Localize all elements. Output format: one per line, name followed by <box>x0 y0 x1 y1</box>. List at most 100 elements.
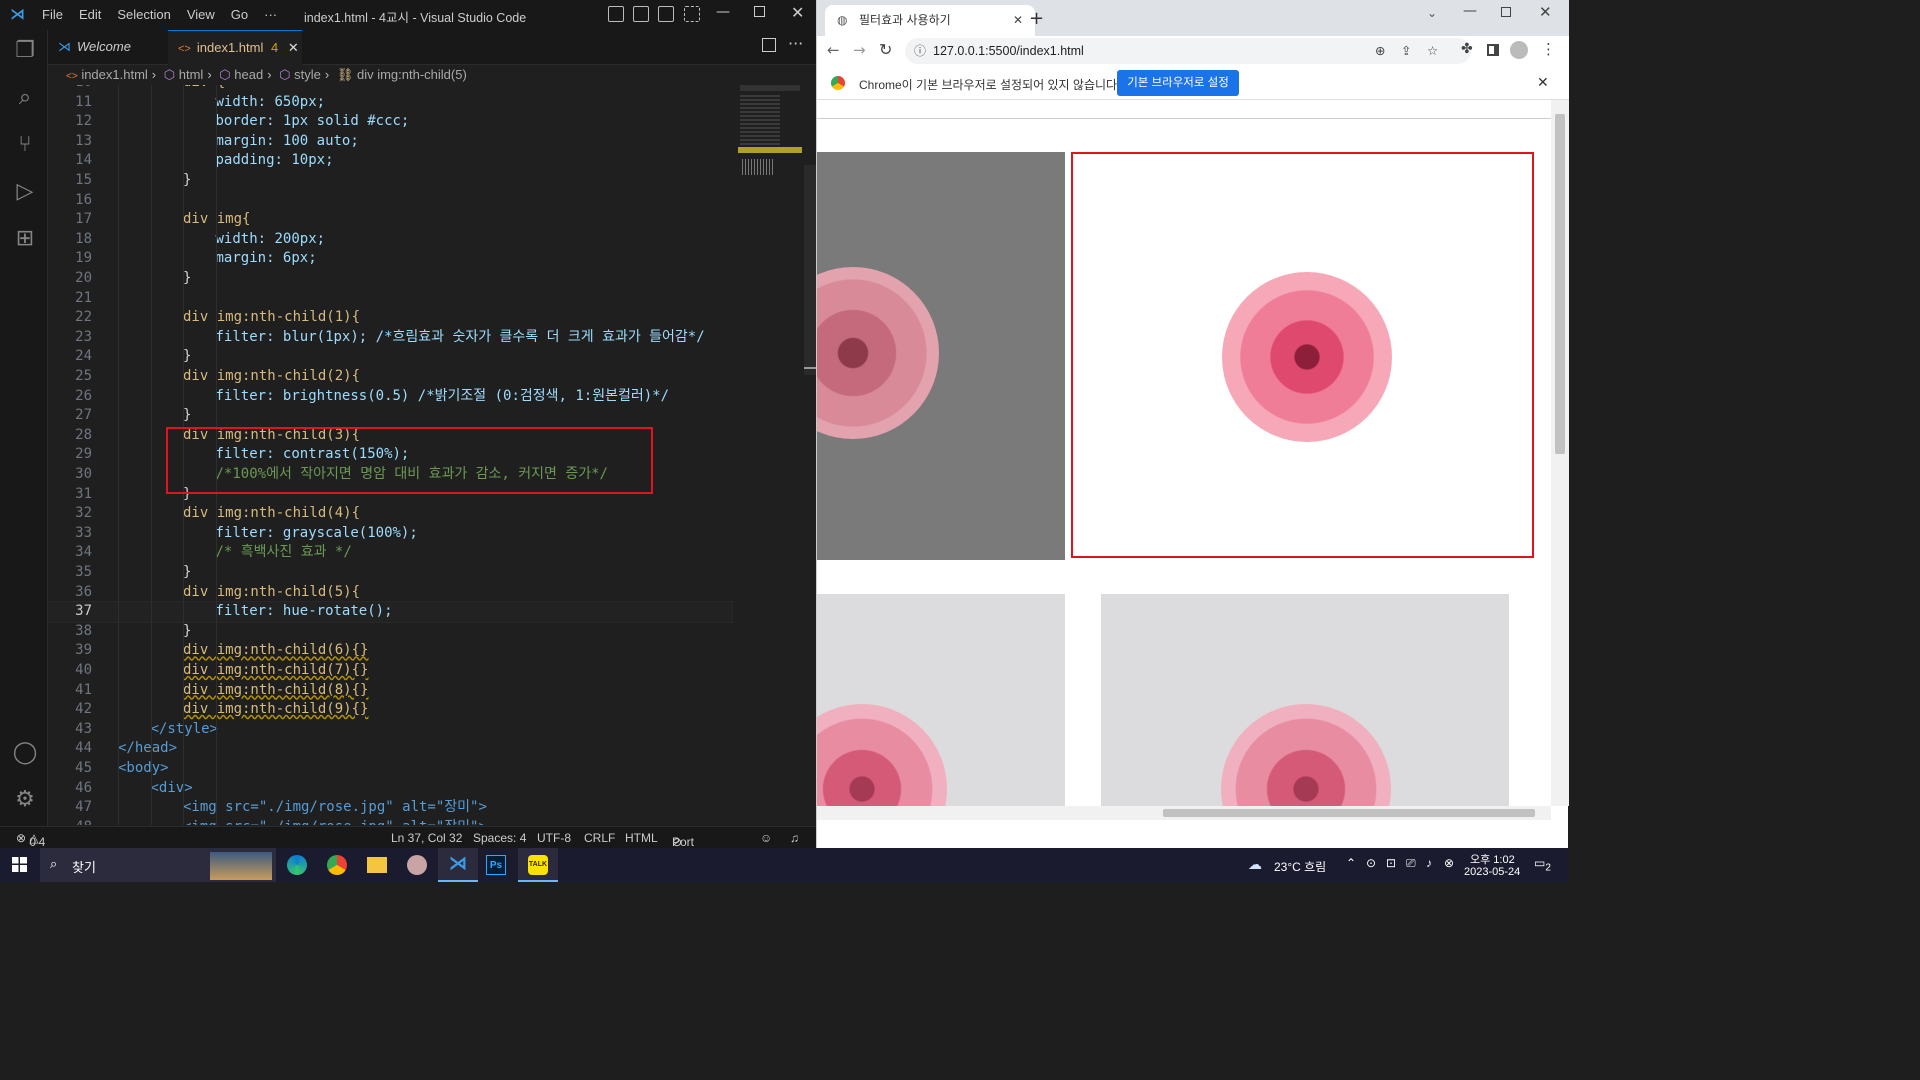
minimap[interactable] <box>738 85 804 825</box>
vscode-tab-icon: ⋊ <box>58 39 71 54</box>
settings-gear-icon[interactable]: ⚙ <box>12 787 38 813</box>
line-number: 28 <box>75 426 92 443</box>
file-explorer-icon[interactable] <box>367 857 387 873</box>
tray-icon[interactable]: ⊗ <box>1444 856 1454 870</box>
accounts-icon[interactable]: ◯ <box>12 740 38 766</box>
profile-avatar[interactable] <box>1510 41 1528 59</box>
clock-date[interactable]: 2023-05-24 <box>1464 866 1520 878</box>
tray-icon[interactable]: ⊡ <box>1386 856 1396 870</box>
new-tab-icon[interactable]: + <box>1029 8 1044 29</box>
scrollbar-thumb[interactable] <box>1555 114 1565 454</box>
chrome-tab[interactable]: ◍ 필터효과 사용하기 ✕ <box>825 5 1035 36</box>
chrome-taskbar-icon[interactable] <box>327 855 347 875</box>
feedback-icon[interactable]: ☺ <box>760 831 772 845</box>
extensions-puzzle-icon[interactable]: ✤ <box>1461 41 1473 57</box>
split-editor-icon[interactable] <box>762 38 776 52</box>
indentation[interactable]: Spaces: 4 <box>473 831 526 845</box>
code-text: div img:nth-child(2){ <box>183 368 361 384</box>
selector-icon: ⛓ <box>336 67 354 82</box>
tab-close-icon[interactable]: ✕ <box>288 40 299 55</box>
page-vertical-scrollbar[interactable] <box>1551 100 1569 806</box>
windows-start-icon[interactable] <box>12 857 27 872</box>
line-number: 11 <box>75 93 92 110</box>
volume-muted-icon[interactable]: ♪ <box>1426 856 1432 870</box>
maximize-icon[interactable] <box>754 6 765 17</box>
warning-count: 4 <box>38 835 46 849</box>
more-actions-icon[interactable]: ··· <box>788 34 803 53</box>
run-debug-icon[interactable]: ▷ <box>12 179 38 205</box>
line-number: 26 <box>75 387 92 404</box>
notifications-bell-icon[interactable]: ♫ <box>790 831 799 845</box>
line-number: 15 <box>75 172 92 188</box>
kakaotalk-taskbar-button[interactable]: TALK <box>518 848 558 882</box>
bookmark-star-icon[interactable]: ☆ <box>1427 38 1438 64</box>
taskbar-search-box[interactable]: ⌕ 찾기 <box>40 848 276 882</box>
status-bar: ⊗ 0 △ 4 Ln 37, Col 32 Spaces: 4 UTF-8 CR… <box>0 826 816 877</box>
address-bar[interactable]: ⓘ 127.0.0.1:5500/index1.html ⊕ ⇪ ☆ <box>905 38 1471 64</box>
weather-text[interactable]: 23°C 흐림 <box>1274 858 1326 875</box>
menu-file[interactable]: File <box>34 7 71 22</box>
tab-search-icon[interactable]: ⌄ <box>1427 6 1437 20</box>
customize-layout-icon[interactable] <box>684 6 700 22</box>
close-icon[interactable]: ✕ <box>1539 3 1552 21</box>
problems-indicator[interactable]: ⊗ 0 △ 4 <box>16 831 45 849</box>
breadcrumb-item[interactable]: html <box>179 67 204 82</box>
editor-scrollbar[interactable] <box>804 85 816 825</box>
back-icon[interactable]: ← <box>827 41 840 59</box>
breadcrumb: <> index1.html › ⬡ html › ⬡ head › ⬡ style ›… <box>48 65 816 85</box>
code-text: div img:nth-child(9){} <box>183 701 369 718</box>
site-info-icon[interactable]: ⓘ <box>914 38 926 64</box>
menu-edit[interactable]: Edit <box>71 7 109 22</box>
toggle-panel-icon[interactable] <box>633 6 649 22</box>
notification-center-icon[interactable]: ▭2 <box>1534 856 1551 873</box>
app-icon[interactable] <box>407 855 427 875</box>
tab-close-icon[interactable]: ✕ <box>1013 5 1023 36</box>
toggle-sidebar-icon[interactable] <box>608 6 624 22</box>
menu-selection[interactable]: Selection <box>109 7 178 22</box>
set-default-browser-button[interactable]: 기본 브라우저로 설정 <box>1117 70 1239 96</box>
cursor-position[interactable]: Ln 37, Col 32 <box>391 831 462 845</box>
reload-icon[interactable]: ↻ <box>879 40 892 59</box>
breadcrumb-item[interactable]: div img:nth-child(5) <box>357 67 467 82</box>
zoom-icon[interactable]: ⊕ <box>1375 38 1385 64</box>
photoshop-icon[interactable]: Ps <box>486 855 506 875</box>
breadcrumb-item[interactable]: style <box>294 67 321 82</box>
show-hidden-icons-icon[interactable]: ⌃ <box>1346 856 1356 870</box>
chrome-menu-icon[interactable]: ⋮ <box>1541 40 1556 58</box>
minimize-icon[interactable]: — <box>716 4 730 20</box>
explorer-icon[interactable]: ❐ <box>12 38 38 64</box>
scrollbar-thumb[interactable] <box>804 165 816 375</box>
breadcrumb-item[interactable]: head <box>234 67 263 82</box>
code-text: padding: 10px; <box>215 152 334 169</box>
line-number: 48 <box>48 818 92 825</box>
search-icon[interactable]: ⌕ <box>12 85 38 111</box>
minimize-icon[interactable]: — <box>1463 3 1477 19</box>
close-icon[interactable]: ✕ <box>791 3 804 22</box>
menu-go[interactable]: Go <box>223 7 256 22</box>
extensions-icon[interactable]: ⊞ <box>12 226 38 252</box>
share-icon[interactable]: ⇪ <box>1401 38 1411 64</box>
toggle-secondary-sidebar-icon[interactable] <box>658 6 674 22</box>
language-mode[interactable]: HTML <box>625 831 658 845</box>
maximize-icon[interactable] <box>1501 7 1511 17</box>
menu-view[interactable]: View <box>179 7 223 22</box>
side-panel-icon[interactable] <box>1487 44 1499 56</box>
tray-icon[interactable]: ⊙ <box>1366 856 1376 870</box>
scrollbar-thumb[interactable] <box>1163 809 1535 817</box>
breadcrumb-item[interactable]: index1.html <box>81 67 147 82</box>
tab-welcome[interactable]: ⋊ Welcome <box>48 30 168 65</box>
page-horizontal-scrollbar[interactable] <box>817 806 1551 820</box>
encoding[interactable]: UTF-8 <box>537 831 571 845</box>
line-number: 29 <box>75 446 92 463</box>
clock-time[interactable]: 오후 1:02 <box>1470 851 1515 867</box>
edge-icon[interactable] <box>287 855 307 875</box>
vscode-logo-icon: ⋊ <box>10 5 25 23</box>
vscode-taskbar-button[interactable]: ⋊ <box>438 848 478 882</box>
source-control-icon[interactable]: ⑂ <box>12 132 38 158</box>
network-icon[interactable]: ⎚ <box>1406 856 1416 871</box>
forward-icon[interactable]: → <box>853 41 866 59</box>
menu-more[interactable]: ··· <box>256 7 285 22</box>
line-endings[interactable]: CRLF <box>584 831 615 845</box>
infobar-close-icon[interactable]: ✕ <box>1537 74 1549 91</box>
tab-index1-html[interactable]: <> index1.html 4 ✕ <box>168 30 302 65</box>
